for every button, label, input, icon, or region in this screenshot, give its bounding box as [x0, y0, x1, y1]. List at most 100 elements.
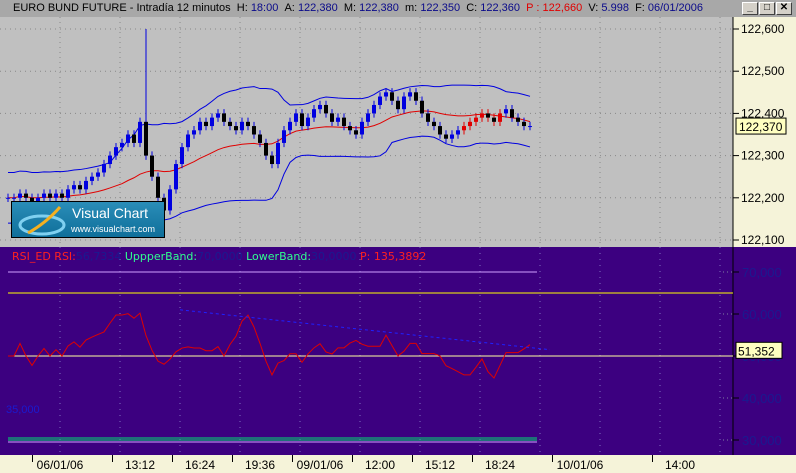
candle-body [288, 121, 292, 131]
candle-body [246, 121, 250, 127]
y-tick-label: 60,000 [742, 307, 782, 322]
time-axis[interactable]: 06/01/06 13:12 16:24 19:36 09/01/06 12:00 15:1… [0, 455, 796, 473]
current-rsi-label: 51,352 [738, 344, 775, 358]
x-tick [652, 455, 653, 462]
candle-body [348, 126, 352, 131]
candle-body [354, 130, 358, 135]
rsi-p-value: P: 135,3892 [360, 250, 427, 263]
candle-body [150, 155, 154, 177]
candle-body [264, 142, 268, 156]
upper-band-label: UppperBand: [124, 250, 198, 263]
candle-body [156, 176, 160, 198]
candle-body [318, 104, 322, 110]
candle-body [54, 193, 58, 198]
candle-body [210, 117, 214, 127]
rsi-level-label: 35,000 [6, 404, 40, 416]
candle-body [414, 92, 418, 101]
v-label: V: [588, 2, 599, 14]
candle-body [336, 117, 340, 122]
upper-band-value: 70,0000 [197, 250, 243, 263]
candle-body [132, 134, 136, 143]
x-tick [552, 455, 553, 462]
candle-body [396, 100, 400, 110]
candle-body [450, 134, 454, 139]
candle-body [114, 147, 118, 156]
logo-swoosh-icon [18, 206, 66, 236]
maximize-button[interactable]: □ [759, 2, 775, 15]
candle-body [90, 176, 94, 181]
candle-body [276, 142, 280, 165]
candle-body [498, 113, 502, 122]
x-tick-label: 06/01/06 [36, 458, 84, 472]
x-tick [292, 455, 293, 462]
candle-body [24, 193, 28, 198]
window-title-bar: EURO BUND FUTURE - Intradía 12 minutos H… [0, 0, 796, 17]
candle-body [300, 113, 304, 127]
candle-body [84, 180, 88, 190]
x-tick [412, 455, 413, 462]
y-tick-label: 122,100 [741, 233, 785, 247]
candle-body [378, 96, 382, 105]
y-tick-label: 40,000 [742, 391, 782, 406]
candle-body [474, 117, 478, 122]
current-price-label: 122,370 [739, 120, 783, 134]
instrument-title: EURO BUND FUTURE - Intradía 12 minutos [13, 2, 231, 14]
candle-body [438, 126, 442, 135]
p-value: P : 122,660 [526, 2, 583, 14]
candle-body [144, 121, 148, 156]
f-label: F: [635, 2, 645, 14]
candle-body [510, 109, 514, 118]
candle-body [402, 96, 406, 110]
x-tick-label: 16:24 [184, 458, 216, 472]
min-value: 122,350 [420, 2, 461, 14]
x-tick-label: 14:00 [664, 458, 696, 472]
candle-body [120, 142, 124, 148]
candle-body [426, 113, 430, 122]
candle-body [444, 134, 448, 139]
x-tick-label: 09/01/06 [296, 458, 344, 472]
candle-body [312, 109, 316, 118]
candle-body [60, 193, 64, 198]
rsi-header: RSI_ED RSI:56,7334 UppperBand:70,0000 Lo… [12, 250, 426, 263]
candle-body [420, 100, 424, 114]
candle-body [390, 92, 394, 101]
candle-body [270, 155, 274, 165]
c-value: 122,360 [480, 2, 521, 14]
y-tick-label: 122,600 [741, 22, 785, 36]
candle-body [102, 164, 106, 173]
candle-body [504, 109, 508, 114]
m-label: M: [343, 2, 357, 14]
x-tick-label: 19:36 [244, 458, 276, 472]
close-button[interactable]: ✕ [776, 2, 792, 15]
candle-body [240, 121, 244, 131]
candle-body [222, 113, 226, 122]
candle-body [492, 117, 496, 122]
candle-body [174, 164, 178, 190]
candle-body [366, 113, 370, 122]
candle-body [408, 92, 412, 97]
y-tick-label: 122,500 [741, 64, 785, 78]
candle-body [294, 113, 298, 122]
minimize-button[interactable]: _ [742, 2, 758, 15]
candle-body [486, 113, 490, 118]
min-label: m: [405, 2, 418, 14]
candle-body [456, 130, 460, 135]
candle-body [198, 121, 202, 131]
candle-body [432, 121, 436, 127]
candle-body [66, 189, 70, 198]
c-label: C: [466, 2, 478, 14]
rsi-chart[interactable]: 70,00060,00050,00040,00030,00051,352 [0, 247, 796, 455]
candle-body [516, 117, 520, 122]
y-tick-label: 122,300 [741, 149, 785, 163]
x-tick [32, 455, 33, 462]
candle-body [216, 113, 220, 118]
lower-band-value: 30,0000 [311, 250, 357, 263]
candle-body [252, 126, 256, 135]
volume-value: 5.998 [601, 2, 629, 14]
x-tick [352, 455, 353, 462]
h-value: 18:00 [250, 2, 279, 14]
candle-body [282, 130, 286, 143]
candle-body [372, 104, 376, 114]
visual-chart-logo: Visual Chart www.visualchart.com [11, 201, 165, 238]
x-tick [172, 455, 173, 462]
